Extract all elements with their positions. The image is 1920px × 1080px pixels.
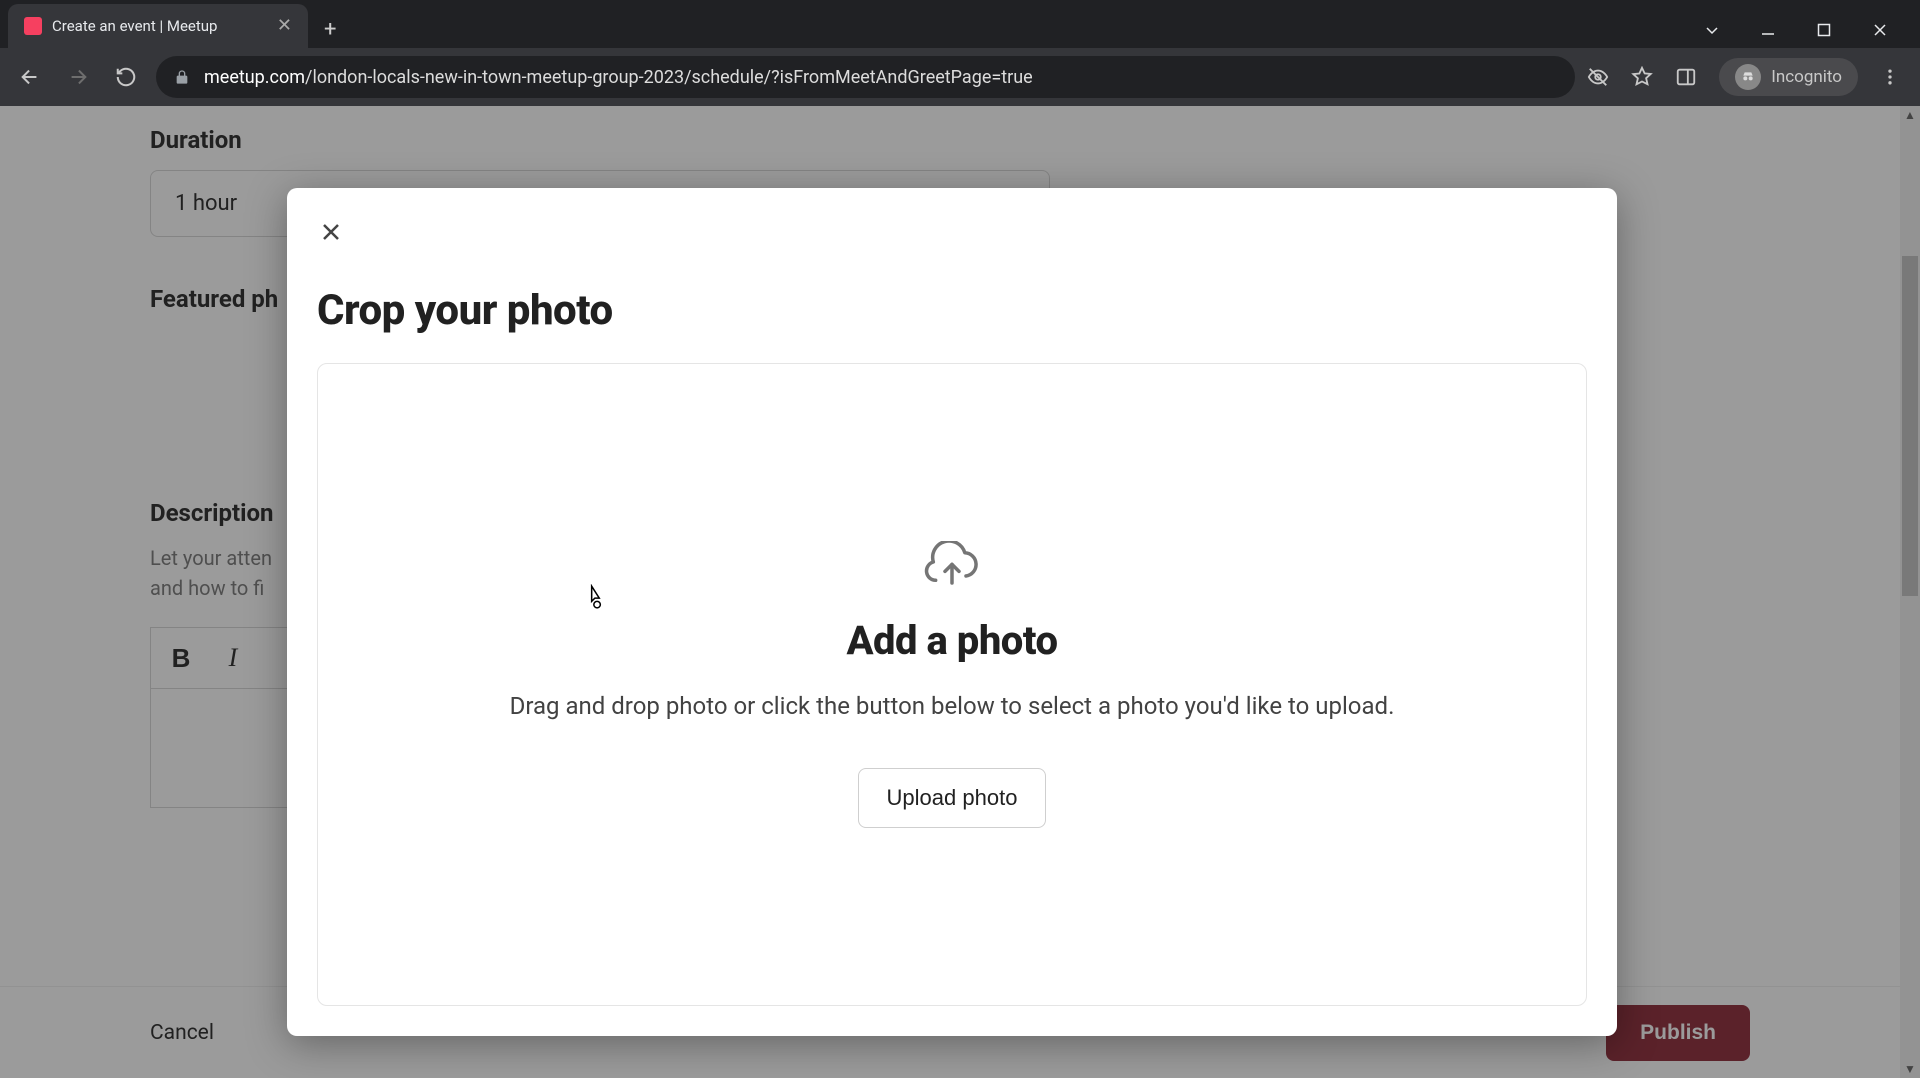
close-tab-icon[interactable]: ✕ [277,17,292,35]
photo-dropzone[interactable]: Add a photo Drag and drop photo or click… [317,363,1587,1006]
dropzone-subtext: Drag and drop photo or click the button … [510,692,1395,720]
meetup-favicon [24,17,42,35]
browser-tab[interactable]: Create an event | Meetup ✕ [8,4,308,48]
browser-chrome: Create an event | Meetup ✕ + meetup.com/… [0,0,1920,106]
side-panel-icon[interactable] [1675,66,1697,88]
window-controls [1704,22,1920,48]
tab-dropdown-icon[interactable] [1704,22,1732,38]
upload-photo-button[interactable]: Upload photo [858,768,1047,828]
page-viewport: Duration 1 hour Featured ph Description … [0,106,1920,1078]
crop-photo-modal: Crop your photo Add a photo Drag and dro… [287,188,1617,1036]
back-button[interactable] [12,59,48,95]
incognito-label: Incognito [1771,67,1842,87]
maximize-icon[interactable] [1816,22,1844,38]
incognito-badge[interactable]: Incognito [1719,58,1858,96]
tab-bar: Create an event | Meetup ✕ + [0,0,1920,48]
eye-off-icon[interactable] [1587,66,1609,88]
forward-button[interactable] [60,59,96,95]
reload-button[interactable] [108,59,144,95]
modal-close-button[interactable] [317,218,345,246]
url-text: meetup.com/london-locals-new-in-town-mee… [204,67,1033,88]
lock-icon [174,69,190,85]
bookmark-star-icon[interactable] [1631,66,1653,88]
window-close-icon[interactable] [1872,22,1900,38]
address-bar: meetup.com/london-locals-new-in-town-mee… [0,48,1920,106]
incognito-icon [1735,64,1761,90]
tab-title: Create an event | Meetup [52,17,267,35]
minimize-icon[interactable] [1760,22,1788,38]
new-tab-button[interactable]: + [308,17,352,48]
cloud-upload-icon [924,541,980,597]
dropzone-title: Add a photo [847,617,1058,664]
kebab-menu-icon[interactable] [1880,67,1900,87]
modal-title: Crop your photo [317,286,1587,335]
url-input[interactable]: meetup.com/london-locals-new-in-town-mee… [156,56,1575,98]
